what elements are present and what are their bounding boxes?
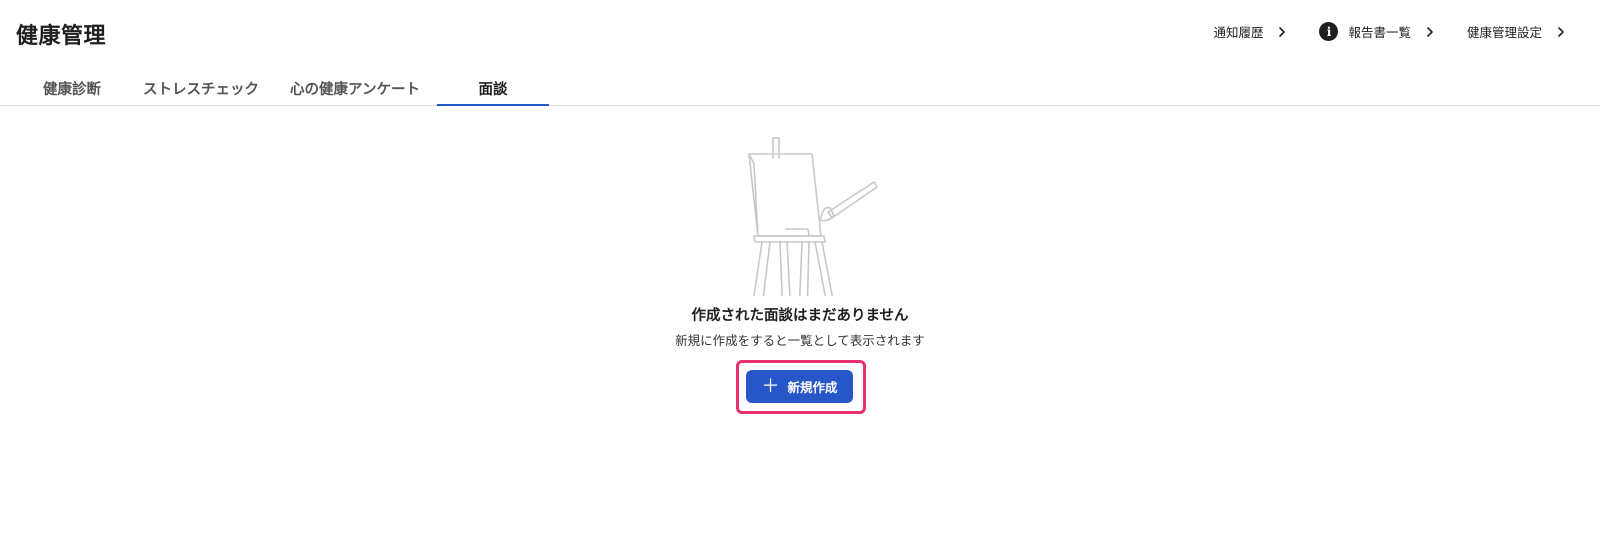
tab-stress-check[interactable]: ストレスチェック xyxy=(136,78,266,106)
empty-state-title: 作成された面談はまだありません xyxy=(691,308,909,324)
plus-icon: ＋ xyxy=(761,375,780,397)
new-create-button-label: 新規作成 xyxy=(787,380,838,395)
report-list-label: 報告書一覧 xyxy=(1348,25,1411,40)
new-create-button[interactable]: ＋ 新規作成 xyxy=(746,370,853,403)
report-list-link[interactable]: i 報告書一覧 xyxy=(1319,22,1437,41)
chevron-right-icon xyxy=(1558,26,1564,37)
tab-bar: 健康診断 ストレスチェック 心の健康アンケート 面談 xyxy=(0,70,1600,106)
empty-state: 作成された面談はまだありません 新規に作成をすると一覧として表示されます ＋ 新… xyxy=(0,106,1600,559)
page: 健康管理 通知履歴 i 報告書一覧 健康管理設定 健康診断 ストレスチェック 心… xyxy=(0,0,1600,559)
info-icon: i xyxy=(1319,22,1339,41)
header: 健康管理 通知履歴 i 報告書一覧 健康管理設定 xyxy=(0,0,1600,70)
notification-history-label: 通知履歴 xyxy=(1213,25,1264,40)
tab-interview[interactable]: 面談 xyxy=(437,78,549,106)
notification-history-link[interactable]: 通知履歴 xyxy=(1213,22,1289,41)
tab-mental-health-survey[interactable]: 心の健康アンケート xyxy=(284,78,426,106)
easel-icon xyxy=(748,137,878,296)
chevron-right-icon xyxy=(1427,26,1433,37)
health-settings-link[interactable]: 健康管理設定 xyxy=(1467,22,1568,41)
empty-state-subtitle: 新規に作成をすると一覧として表示されます xyxy=(675,333,925,348)
health-settings-label: 健康管理設定 xyxy=(1466,25,1542,40)
chevron-right-icon xyxy=(1279,26,1286,37)
tab-health-checkup[interactable]: 健康診断 xyxy=(38,78,106,106)
header-links: 通知履歴 i 報告書一覧 健康管理設定 xyxy=(1213,22,1568,41)
page-title: 健康管理 xyxy=(16,24,107,49)
